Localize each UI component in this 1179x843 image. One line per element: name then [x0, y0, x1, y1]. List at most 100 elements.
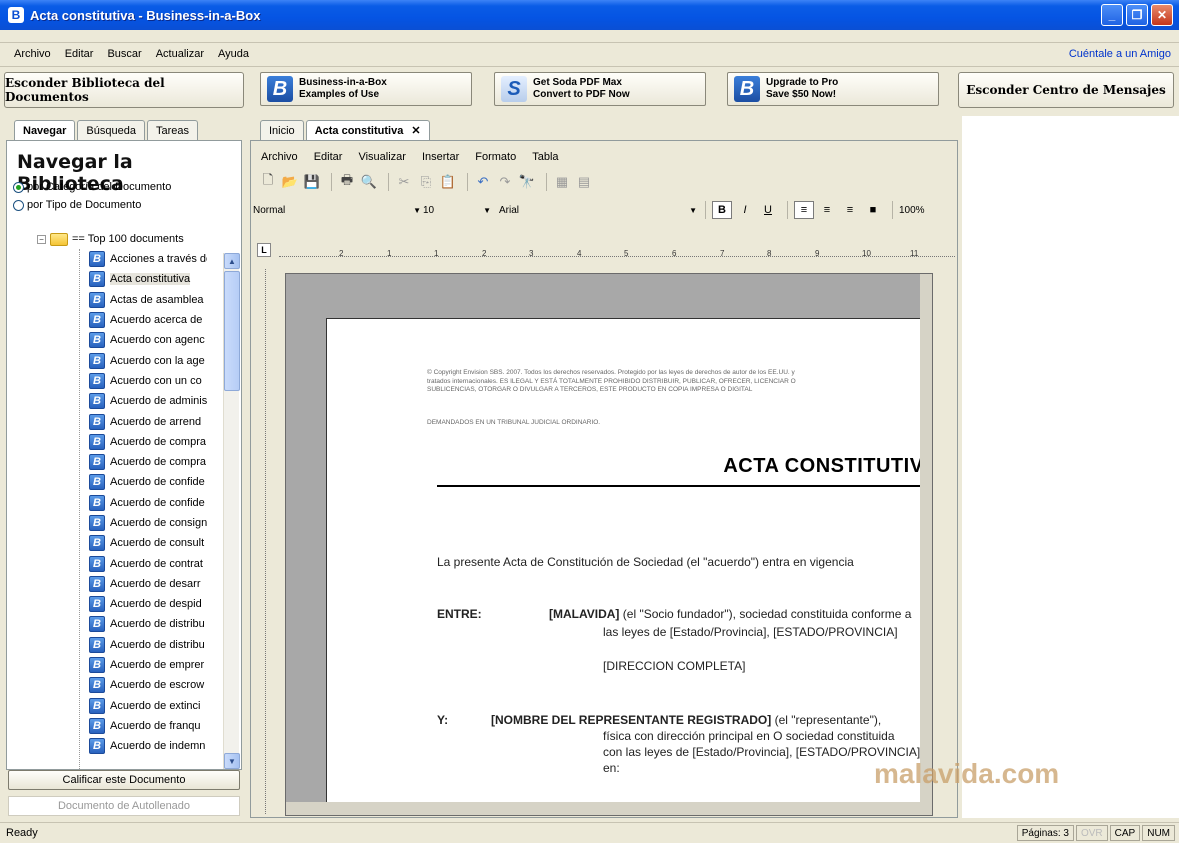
tree-item[interactable]: B Acta constitutiva — [89, 269, 207, 289]
y-name: [NOMBRE DEL REPRESENTANTE REGISTRADO] — [491, 713, 772, 727]
tree-item[interactable]: B Acuerdo de despid — [89, 594, 207, 614]
tab-inicio[interactable]: Inicio — [260, 120, 304, 140]
tree-item[interactable]: B Acuerdo de indemn — [89, 736, 207, 756]
hide-messages-button[interactable]: Esconder Centro de Mensajes — [958, 72, 1174, 108]
save-icon[interactable]: 💾 — [303, 173, 321, 191]
tree-item[interactable]: B Acciones a través de — [89, 249, 207, 269]
menu-archivo[interactable]: Archivo — [14, 48, 51, 60]
align-right-icon[interactable]: ≡ — [840, 201, 860, 219]
redo-icon[interactable]: ↷ — [496, 173, 514, 191]
document-icon: B — [89, 555, 105, 572]
scroll-thumb[interactable] — [224, 271, 240, 391]
tree-item[interactable]: B Acuerdo de consult — [89, 533, 207, 553]
hide-library-button[interactable]: Esconder Biblioteca del Documentos — [4, 72, 244, 108]
menu-buscar[interactable]: Buscar — [107, 48, 141, 60]
maximize-icon[interactable]: ❐ — [1126, 4, 1148, 26]
tab-stop-icon[interactable]: L — [257, 243, 271, 257]
tree-item[interactable]: B Acuerdo de confide — [89, 472, 207, 492]
editor-menu-formato[interactable]: Formato — [475, 151, 516, 163]
close-tab-icon[interactable]: ✕ — [411, 124, 420, 137]
menu-editar[interactable]: Editar — [65, 48, 94, 60]
editor-menu-tabla[interactable]: Tabla — [532, 151, 558, 163]
zoom-value[interactable]: 100% — [899, 205, 925, 216]
align-left-icon[interactable]: ≡ — [794, 201, 814, 219]
copy-icon[interactable]: ⎘ — [417, 173, 435, 191]
menu-ayuda[interactable]: Ayuda — [218, 48, 249, 60]
tree-item[interactable]: B Acuerdo de desarr — [89, 574, 207, 594]
radio-by-type[interactable]: por Tipo de Documento — [13, 199, 141, 211]
document-vscrollbar[interactable] — [920, 274, 932, 802]
align-center-icon[interactable]: ≡ — [817, 201, 837, 219]
rate-document-button[interactable]: Calificar este Documento — [8, 770, 240, 790]
tab-busqueda[interactable]: Búsqueda — [77, 120, 145, 140]
tab-tareas[interactable]: Tareas — [146, 120, 198, 140]
style-select[interactable]: Normal ▼ — [253, 201, 423, 219]
promo-line1: Upgrade to Pro — [766, 77, 839, 88]
tree-item[interactable]: B Acuerdo con agenc — [89, 330, 207, 350]
tree-item[interactable]: B Acuerdo de arrend — [89, 411, 207, 431]
tree-item[interactable]: B Acuerdo de adminis — [89, 391, 207, 411]
radio-by-category[interactable]: por Categoría del Documento — [13, 181, 171, 193]
document-hscrollbar[interactable] — [286, 802, 932, 815]
scroll-up-icon[interactable]: ▲ — [224, 253, 240, 269]
examples-of-use-button[interactable]: B Business-in-a-Box Examples of Use — [260, 72, 472, 106]
tree-item[interactable]: B Acuerdo acerca de — [89, 310, 207, 330]
tree-item[interactable]: B Acuerdo de emprer — [89, 655, 207, 675]
underline-button[interactable]: U — [758, 201, 778, 219]
tree-item[interactable]: B Acuerdo de consign — [89, 513, 207, 533]
upgrade-to-pro-button[interactable]: B Upgrade to Pro Save $50 Now! — [727, 72, 939, 106]
document-icon: B — [89, 332, 105, 349]
collapse-icon[interactable]: − — [37, 234, 46, 244]
tree-item[interactable]: B Acuerdo de extinci — [89, 696, 207, 716]
document-icon: B — [89, 535, 105, 552]
tree-item[interactable]: B Actas de asamblea — [89, 290, 207, 310]
new-document-icon[interactable]: 🗋 — [259, 172, 277, 191]
tab-navegar[interactable]: Navegar — [14, 120, 76, 140]
paste-icon[interactable]: 📋 — [439, 173, 457, 191]
justify-icon[interactable]: ■ — [863, 201, 883, 219]
scroll-down-icon[interactable]: ▼ — [224, 753, 240, 769]
tell-a-friend-link[interactable]: Cuéntale a un Amigo — [1069, 48, 1171, 60]
undo-icon[interactable]: ↶ — [474, 173, 492, 191]
insert-table-icon[interactable]: ▤ — [575, 173, 593, 191]
document-icon: B — [89, 677, 105, 694]
tree-item[interactable]: B Acuerdo con un co — [89, 371, 207, 391]
find-icon[interactable]: 🔭 — [518, 173, 536, 191]
print-preview-icon[interactable]: 🔍 — [360, 173, 378, 191]
autofill-document-button[interactable]: Documento de Autollenado — [8, 796, 240, 816]
editor-menu-visualizar[interactable]: Visualizar — [358, 151, 406, 163]
print-icon[interactable]: 🖶 — [338, 172, 356, 191]
tree-scrollbar[interactable]: ▲ ▼ — [223, 253, 240, 769]
document-page[interactable]: © Copyright Envision SBS. 2007. Todos lo… — [326, 318, 932, 815]
open-folder-icon[interactable]: 📂 — [281, 173, 299, 191]
intro-paragraph: La presente Acta de Constitución de Soci… — [437, 555, 854, 569]
font-size-select[interactable]: 10 ▼ — [423, 201, 493, 219]
tree-item[interactable]: B Acuerdo con la age — [89, 350, 207, 370]
font-select[interactable]: Arial ▼ — [499, 201, 699, 219]
document-icon: B — [89, 474, 105, 491]
tree-item[interactable]: B Acuerdo de distribu — [89, 635, 207, 655]
tree-item[interactable]: B Acuerdo de compra — [89, 452, 207, 472]
tree-item[interactable]: B Acuerdo de distribu — [89, 614, 207, 634]
tree-item[interactable]: B Acuerdo de compra — [89, 432, 207, 452]
tree-item[interactable]: B Acuerdo de escrow — [89, 675, 207, 695]
library-panel: Navegar Búsqueda Tareas Navegar la Bibli… — [6, 116, 242, 818]
promo-text: Get Soda PDF Max Convert to PDF Now — [533, 77, 630, 101]
tree-item[interactable]: B Acuerdo de contrat — [89, 553, 207, 573]
minimize-icon[interactable]: _ — [1101, 4, 1123, 26]
editor-menu-archivo[interactable]: Archivo — [261, 151, 298, 163]
tree-item[interactable]: B Acuerdo de confide — [89, 493, 207, 513]
cut-icon[interactable]: ✂ — [395, 173, 413, 191]
close-icon[interactable]: ✕ — [1151, 4, 1173, 26]
tree-item[interactable]: B Acuerdo de franqu — [89, 716, 207, 736]
italic-button[interactable]: I — [735, 201, 755, 219]
ruler-number: 1 — [387, 249, 392, 258]
tab-acta-constitutiva[interactable]: Acta constitutiva ✕ — [305, 120, 430, 140]
editor-menu-editar[interactable]: Editar — [314, 151, 343, 163]
menu-actualizar[interactable]: Actualizar — [156, 48, 204, 60]
bold-button[interactable]: B — [712, 201, 732, 219]
table-icon[interactable]: ▦ — [553, 173, 571, 191]
soda-pdf-button[interactable]: S Get Soda PDF Max Convert to PDF Now — [494, 72, 706, 106]
editor-menu-insertar[interactable]: Insertar — [422, 151, 459, 163]
tree-root[interactable]: − == Top 100 documents — [37, 229, 192, 249]
